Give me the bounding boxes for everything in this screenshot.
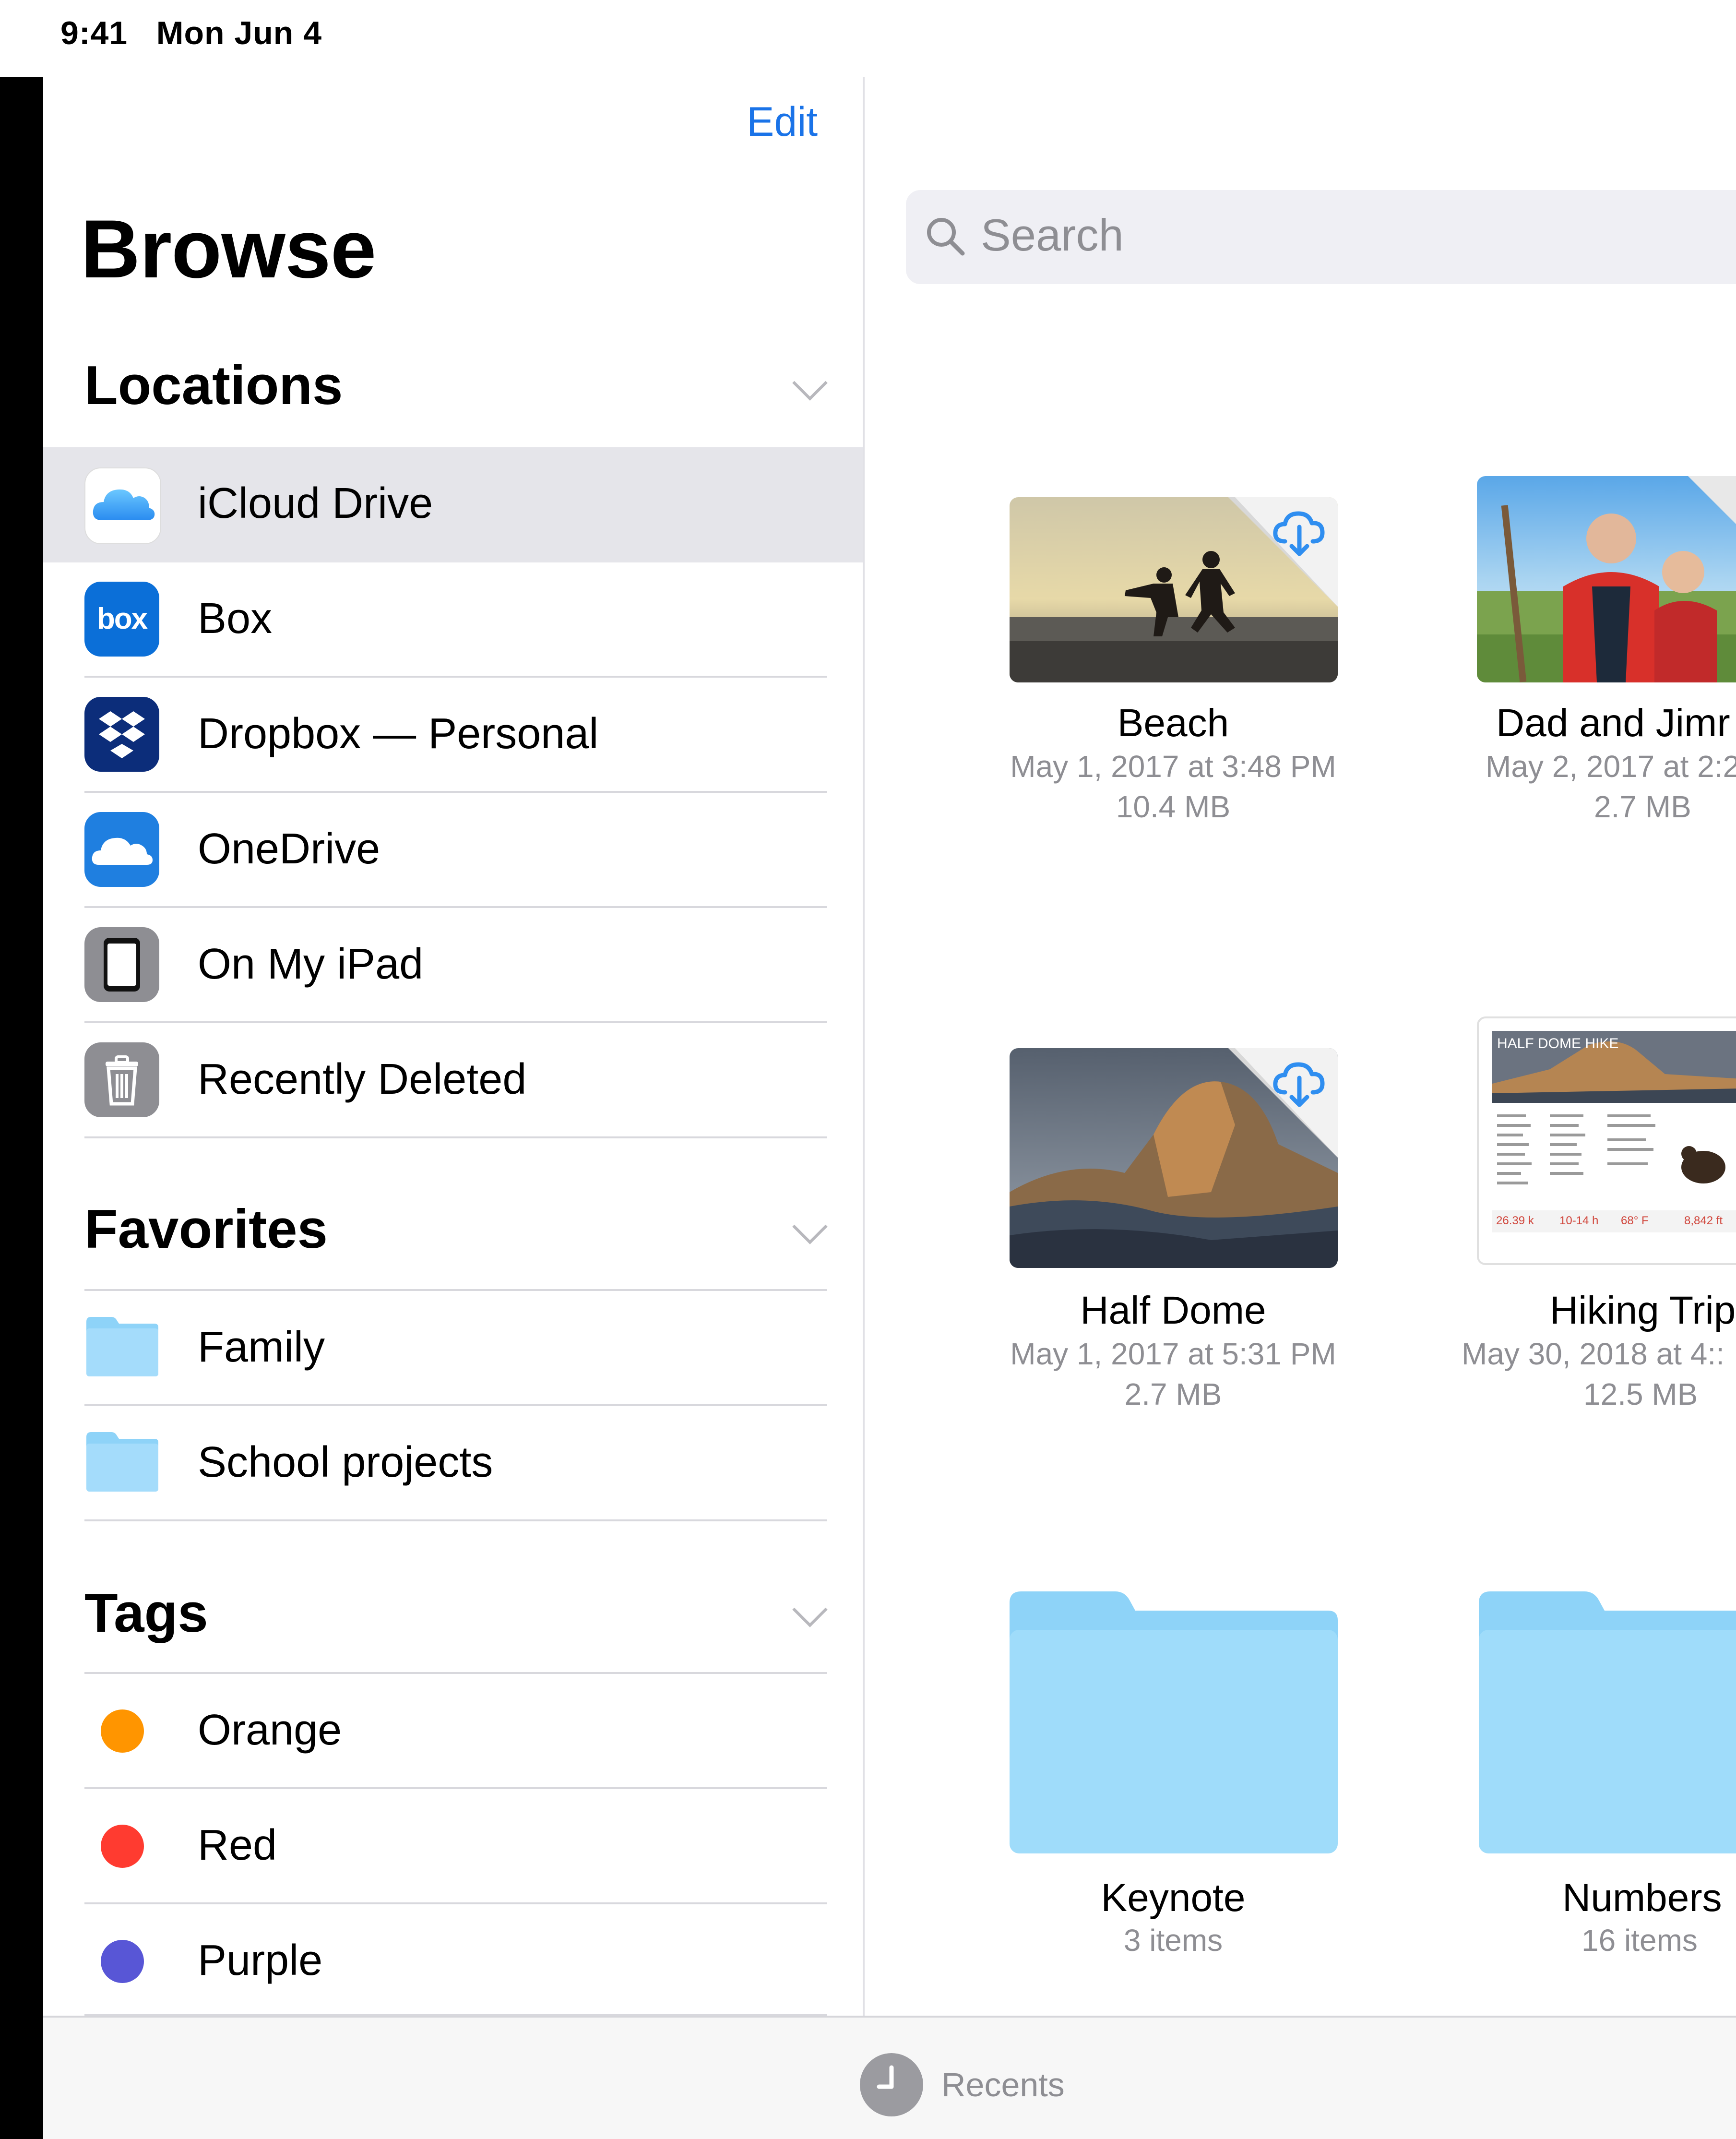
dropbox-icon <box>84 697 159 772</box>
status-time: 9:41 <box>60 15 128 51</box>
file-date: May 1, 2017 at 3:48 PM <box>1010 749 1336 784</box>
tab-recents[interactable]: Recents <box>941 2066 1065 2104</box>
doc-stat: 26.39 k <box>1496 1214 1534 1227</box>
sidebar-item-label: Dropbox — Personal <box>198 710 599 758</box>
ipad-icon <box>84 927 159 1002</box>
sidebar-item-label: Orange <box>198 1706 342 1754</box>
tag-color-dot <box>101 1940 144 1983</box>
sidebar-item-box[interactable]: box Box <box>43 562 863 678</box>
folder-icon <box>1010 1591 1338 1853</box>
doc-checklist <box>1492 1110 1732 1210</box>
sidebar-item-label: Purple <box>198 1936 323 1984</box>
half-dome-thumbnail <box>1010 1048 1338 1268</box>
file-date: May 1, 2017 at 5:31 PM <box>1010 1337 1336 1371</box>
file-name: Dad and Jimr <box>1496 701 1730 745</box>
status-bar: 9:41 Mon Jun 4 <box>0 0 1736 77</box>
sidebar-item-label: On My iPad <box>198 940 424 988</box>
sidebar-item-school-projects[interactable]: School projects <box>43 1406 863 1521</box>
file-size: 12.5 MB <box>1583 1377 1698 1411</box>
file-name: Half Dome <box>1080 1289 1266 1332</box>
sidebar-item-label: Red <box>198 1821 277 1869</box>
onedrive-icon <box>84 812 159 887</box>
folder-icon <box>84 1430 160 1495</box>
sidebar-item-label: Recently Deleted <box>198 1055 527 1103</box>
folder-icon <box>84 1315 160 1380</box>
page-title: Browse <box>81 203 376 295</box>
doc-stats-row: 26.39 k 10-14 h 68° F 8,842 ft <box>1492 1210 1736 1232</box>
search-icon <box>927 218 965 256</box>
row-separator <box>84 1519 827 1521</box>
file-size: 10.4 MB <box>1116 789 1231 824</box>
screen-edge <box>0 77 43 2137</box>
tag-color-dot <box>101 1825 144 1868</box>
sidebar-item-label: OneDrive <box>198 825 380 873</box>
locations-header: Locations <box>84 355 343 416</box>
status-time-date: 9:41 Mon Jun 4 <box>60 14 322 52</box>
sidebar-item-label: Box <box>198 595 273 643</box>
doc-title: HALF DOME HIKE <box>1497 1036 1619 1052</box>
tags-header: Tags <box>84 1583 208 1644</box>
beach-thumbnail <box>1010 497 1338 682</box>
doc-stat: 10-14 h <box>1559 1214 1599 1227</box>
box-icon: box <box>84 582 159 657</box>
sidebar-item-on-my-ipad[interactable]: On My iPad <box>43 908 863 1023</box>
sidebar-item-label: Family <box>198 1323 325 1371</box>
sidebar-item-onedrive[interactable]: OneDrive <box>43 793 863 908</box>
folder-item-count: 16 items <box>1581 1923 1698 1958</box>
dad-photo-thumbnail <box>1477 476 1736 682</box>
file-size: 2.7 MB <box>1594 789 1691 824</box>
hiking-doc-thumbnail: HALF DOME HIKE 26.39 k 10-14 h 68° F 8,8… <box>1477 1016 1736 1265</box>
folder-item-count: 3 items <box>1123 1923 1223 1958</box>
favorites-header: Favorites <box>84 1199 328 1260</box>
trash-icon <box>84 1042 159 1117</box>
sidebar-item-label: iCloud Drive <box>198 479 433 527</box>
doc-stat: 68° F <box>1621 1214 1649 1227</box>
sidebar-item-icloud-drive[interactable]: iCloud Drive <box>43 447 863 562</box>
search-placeholder: Search <box>981 210 1124 260</box>
file-name: Beach <box>1117 701 1229 745</box>
tag-color-dot <box>101 1709 144 1753</box>
status-date: Mon Jun 4 <box>156 15 322 51</box>
folder-name: Keynote <box>1101 1876 1246 1920</box>
icloud-icon <box>84 467 161 544</box>
sidebar-item-tag-red[interactable]: Red <box>43 1789 863 1904</box>
file-size: 2.7 MB <box>1124 1377 1222 1411</box>
file-date: May 2, 2017 at 2:2 <box>1486 749 1736 784</box>
sidebar-item-recently-deleted[interactable]: Recently Deleted <box>43 1023 863 1138</box>
sidebar-item-family[interactable]: Family <box>43 1291 863 1406</box>
file-date: May 30, 2018 at 4:: <box>1462 1337 1724 1371</box>
sidebar-item-tag-orange[interactable]: Orange <box>43 1674 863 1789</box>
edit-button[interactable]: Edit <box>747 98 818 146</box>
sidebar-item-dropbox[interactable]: Dropbox — Personal <box>43 678 863 793</box>
doc-stat: 8,842 ft <box>1684 1214 1723 1227</box>
file-name: Hiking Trip <box>1550 1289 1736 1332</box>
folder-icon <box>1479 1591 1736 1853</box>
sidebar-item-tag-purple[interactable]: Purple <box>43 1904 863 2016</box>
clock-icon[interactable] <box>860 2053 923 2116</box>
sidebar-item-label: School projects <box>198 1438 493 1486</box>
row-separator <box>84 1136 827 1138</box>
folder-name: Numbers <box>1562 1876 1722 1920</box>
